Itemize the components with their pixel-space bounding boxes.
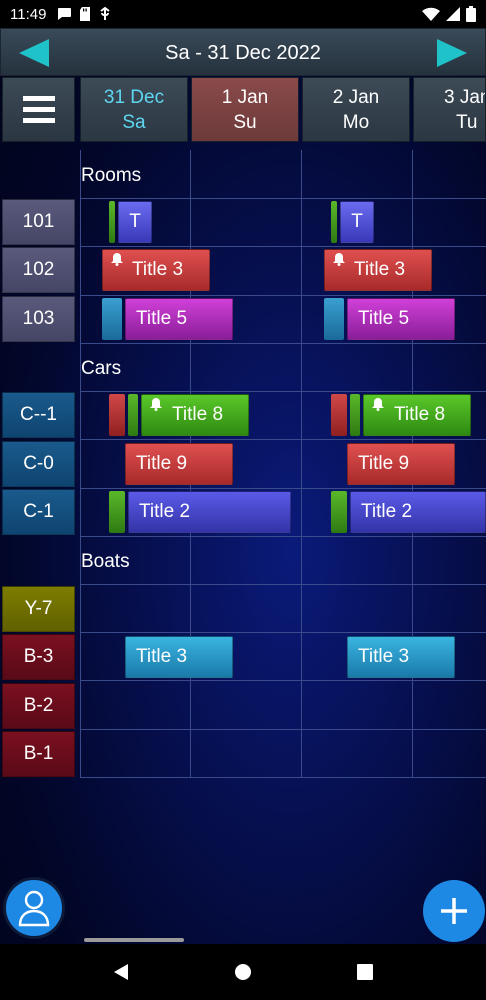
event-block[interactable]: Title 3 <box>125 636 233 678</box>
add-event-button[interactable] <box>423 880 485 942</box>
day-header-3-jan[interactable]: 3 Jan Tu <box>413 77 486 142</box>
event-block[interactable]: Title 5 <box>125 298 233 340</box>
alarm-bell-icon <box>150 398 162 411</box>
hamburger-icon-line <box>22 107 55 112</box>
section-label-rooms: Rooms <box>81 165 142 186</box>
status-time: 11:49 <box>10 5 47 23</box>
resource-b-2[interactable]: B-2 <box>2 683 75 729</box>
event-block[interactable]: Title 2 <box>350 491 486 533</box>
sd-card-icon <box>80 7 91 21</box>
gesture-handle <box>84 938 184 942</box>
section-label-boats: Boats <box>81 551 130 572</box>
event-title: Title 8 <box>172 404 224 425</box>
resource-b-1[interactable]: B-1 <box>2 731 75 777</box>
event-block[interactable]: Title 9 <box>347 443 455 485</box>
event-marker[interactable] <box>331 201 337 243</box>
date-navigation-bar: Sa - 31 Dec 2022 <box>0 28 486 76</box>
hamburger-icon-line <box>22 96 55 101</box>
home-icon[interactable] <box>234 963 252 981</box>
event-block[interactable]: Title 3 <box>102 249 210 291</box>
event-marker[interactable] <box>102 298 122 340</box>
event-block[interactable]: Title 3 <box>324 249 432 291</box>
signal-icon <box>446 7 460 21</box>
event-title: Title 3 <box>136 646 188 667</box>
chevron-right-icon[interactable] <box>433 37 473 69</box>
event-block[interactable]: Title 3 <box>347 636 455 678</box>
wifi-icon <box>422 7 440 21</box>
event-block[interactable]: Title 8 <box>363 394 471 436</box>
chevron-left-icon[interactable] <box>13 37 53 69</box>
resource-103[interactable]: 103 <box>2 296 75 342</box>
chat-icon <box>58 8 72 20</box>
event-title: T <box>351 211 363 232</box>
hamburger-menu-button[interactable] <box>2 77 75 142</box>
event-marker[interactable] <box>324 298 344 340</box>
event-title: Title 3 <box>358 646 410 667</box>
event-marker[interactable] <box>109 201 115 243</box>
event-title: Title 5 <box>136 308 188 329</box>
event-title: Title 2 <box>361 501 413 522</box>
system-navigation-bar <box>0 944 486 1000</box>
resource-b-3[interactable]: B-3 <box>2 634 75 680</box>
event-block[interactable]: Title 2 <box>128 491 291 533</box>
event-marker[interactable] <box>331 491 347 533</box>
event-marker[interactable] <box>109 394 125 436</box>
event-title: Title 9 <box>136 453 188 474</box>
status-bar: 11:49 <box>0 0 486 28</box>
plus-icon <box>441 898 467 924</box>
event-title: Title 3 <box>132 259 184 280</box>
event-title: T <box>129 211 141 232</box>
section-label-cars: Cars <box>81 358 122 379</box>
resource-102[interactable]: 102 <box>2 247 75 293</box>
event-marker[interactable] <box>128 394 138 436</box>
event-title: Title 3 <box>354 259 406 280</box>
event-block[interactable]: Title 9 <box>125 443 233 485</box>
day-weekday: Sa <box>122 111 146 133</box>
event-marker[interactable] <box>350 394 360 436</box>
hamburger-icon-line <box>22 118 55 123</box>
event-block[interactable]: Title 5 <box>347 298 455 340</box>
current-date-title[interactable]: Sa - 31 Dec 2022 <box>71 29 415 77</box>
resource-c-1[interactable]: C-1 <box>2 489 75 535</box>
day-header-1-jan[interactable]: 1 Jan Su <box>191 77 299 142</box>
usb-icon <box>100 7 111 20</box>
day-date: 1 Jan <box>221 86 269 108</box>
alarm-bell-icon <box>333 253 345 266</box>
day-date: 31 Dec <box>103 86 165 108</box>
day-header-2-jan[interactable]: 2 Jan Mo <box>302 77 410 142</box>
event-title: Title 5 <box>358 308 410 329</box>
alarm-bell-icon <box>111 253 123 266</box>
day-header-31-dec[interactable]: 31 Dec Sa <box>80 77 188 142</box>
event-block[interactable]: T <box>118 201 152 243</box>
day-weekday: Su <box>233 111 257 133</box>
resource-c-0[interactable]: C-0 <box>2 441 75 487</box>
event-title: Title 2 <box>139 501 191 522</box>
day-date: 2 Jan <box>332 86 380 108</box>
event-title: Title 8 <box>394 404 446 425</box>
battery-icon <box>466 6 476 22</box>
event-block[interactable]: Title 8 <box>141 394 249 436</box>
resource-101[interactable]: 101 <box>2 199 75 245</box>
alarm-bell-icon <box>372 398 384 411</box>
event-title: Title 9 <box>358 453 410 474</box>
resource-c-minus-1[interactable]: C--1 <box>2 392 75 438</box>
day-weekday: Mo <box>342 111 370 133</box>
user-button[interactable] <box>3 877 65 939</box>
back-icon[interactable] <box>112 963 130 981</box>
recents-icon[interactable] <box>356 963 374 981</box>
resource-y-7[interactable]: Y-7 <box>2 586 75 632</box>
day-weekday: Tu <box>456 111 478 133</box>
user-icon <box>18 890 50 927</box>
day-date: 3 Jan <box>444 86 486 108</box>
event-marker[interactable] <box>331 394 347 436</box>
event-block[interactable]: T <box>340 201 374 243</box>
event-marker[interactable] <box>109 491 125 533</box>
